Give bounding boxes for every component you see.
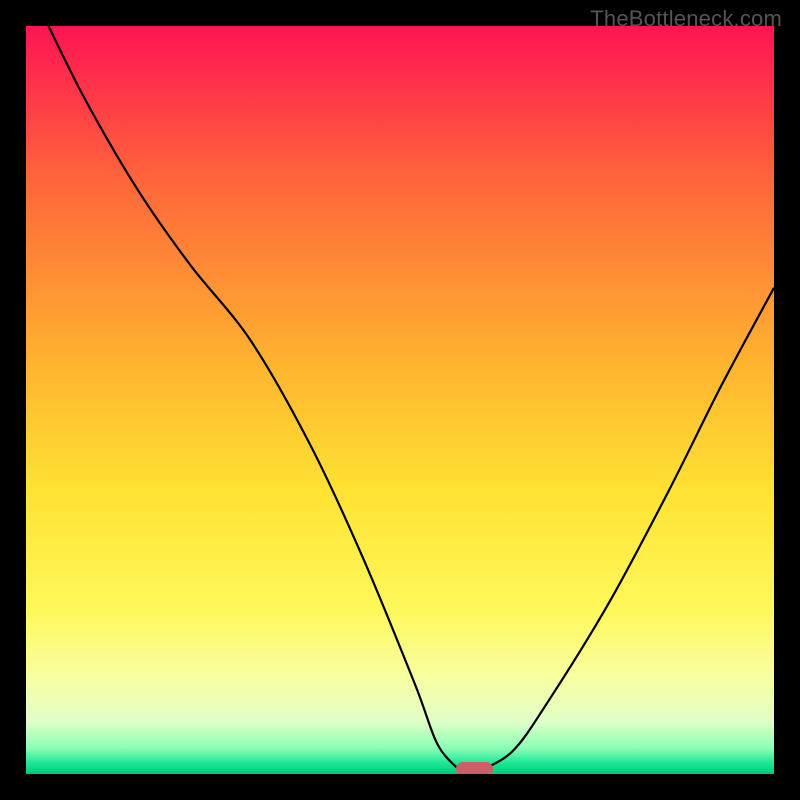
bottleneck-chart — [26, 26, 774, 774]
watermark-text: TheBottleneck.com — [590, 6, 782, 32]
plot-frame — [26, 26, 774, 774]
minimum-marker — [456, 762, 493, 774]
gradient-background — [26, 26, 774, 774]
